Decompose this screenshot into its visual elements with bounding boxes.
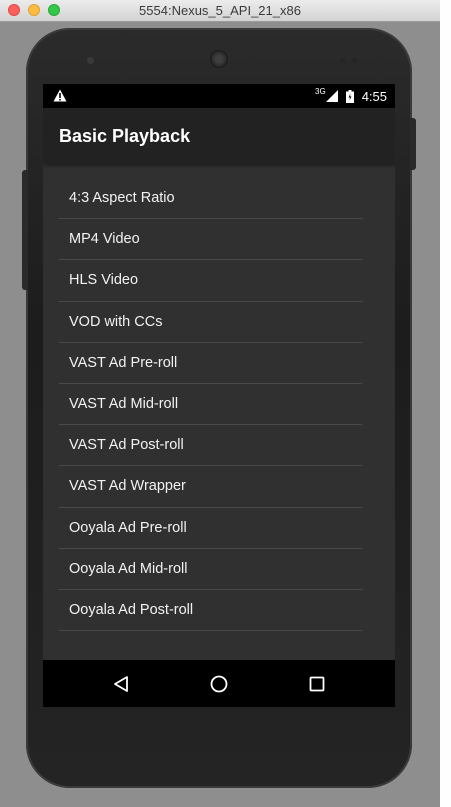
list-item[interactable]: 4:3 Aspect Ratio: [59, 178, 362, 220]
list-item[interactable]: VOD with CCs: [59, 302, 362, 343]
back-button[interactable]: [109, 672, 133, 696]
list-item[interactable]: VAST Ad Mid-roll: [59, 384, 362, 426]
navigation-bar: [43, 660, 395, 707]
list-item[interactable]: VAST Ad Post-roll: [59, 425, 362, 467]
app-bar: Basic Playback: [43, 108, 395, 164]
list-item-label: VAST Ad Wrapper: [69, 478, 186, 495]
volume-button[interactable]: [22, 170, 28, 290]
list-item-label: VAST Ad Pre-roll: [69, 354, 178, 371]
proximity-sensor: [340, 58, 345, 63]
list-item[interactable]: VAST Ad Pre-roll: [59, 343, 362, 384]
list-item-label: Ooyala Ad Post-roll: [69, 601, 194, 618]
list-item[interactable]: Ooyala Ad Post-roll: [59, 590, 362, 632]
earpiece-speaker: [211, 51, 227, 67]
status-icons: 3G 4:55: [315, 86, 387, 104]
back-icon: [114, 676, 128, 692]
list-item-label: VAST Ad Post-roll: [69, 437, 184, 454]
home-icon: [210, 675, 228, 693]
window-edge: [440, 0, 451, 807]
list-item[interactable]: Ooyala Ad Pre-roll: [59, 508, 362, 549]
warning-icon: [53, 89, 67, 102]
status-clock: 4:55: [361, 88, 387, 104]
list-item-label: VOD with CCs: [69, 313, 163, 330]
front-camera: [87, 57, 94, 64]
emulator-window: 5554:Nexus_5_API_21_x86 3G 4:55 Basic Pl…: [0, 0, 440, 807]
list-item-label: 4:3 Aspect Ratio: [69, 190, 175, 207]
app-bar-title: Basic Playback: [59, 126, 191, 146]
device-screen: 3G 4:55 Basic Playback 4:3 Aspect Ratio …: [43, 84, 395, 707]
signal-icon: [325, 90, 338, 102]
window-title: 5554:Nexus_5_API_21_x86: [139, 3, 301, 18]
home-button[interactable]: [207, 672, 231, 696]
list-item-label: VAST Ad Mid-roll: [69, 396, 179, 413]
list-item-label: MP4 Video: [69, 231, 140, 248]
light-sensor: [352, 58, 357, 63]
list-item[interactable]: HLS Video: [59, 260, 362, 302]
status-bar: 3G 4:55: [43, 84, 395, 108]
list-item-label: HLS Video: [69, 272, 139, 289]
battery-icon: [345, 89, 354, 103]
list-item-label: Ooyala Ad Pre-roll: [69, 519, 187, 536]
recents-button[interactable]: [305, 672, 329, 696]
list-item[interactable]: MP4 Video: [59, 219, 362, 261]
playback-options-list: 4:3 Aspect Ratio MP4 Video HLS Video VOD…: [59, 178, 362, 632]
list-item-label: Ooyala Ad Mid-roll: [69, 560, 188, 577]
power-button[interactable]: [410, 118, 416, 170]
window-titlebar[interactable]: 5554:Nexus_5_API_21_x86: [0, 0, 440, 22]
network-type-label: 3G: [315, 86, 326, 96]
list-item[interactable]: Ooyala Ad Mid-roll: [59, 549, 362, 590]
recents-icon: [309, 676, 325, 692]
list-item[interactable]: VAST Ad Wrapper: [59, 466, 362, 508]
